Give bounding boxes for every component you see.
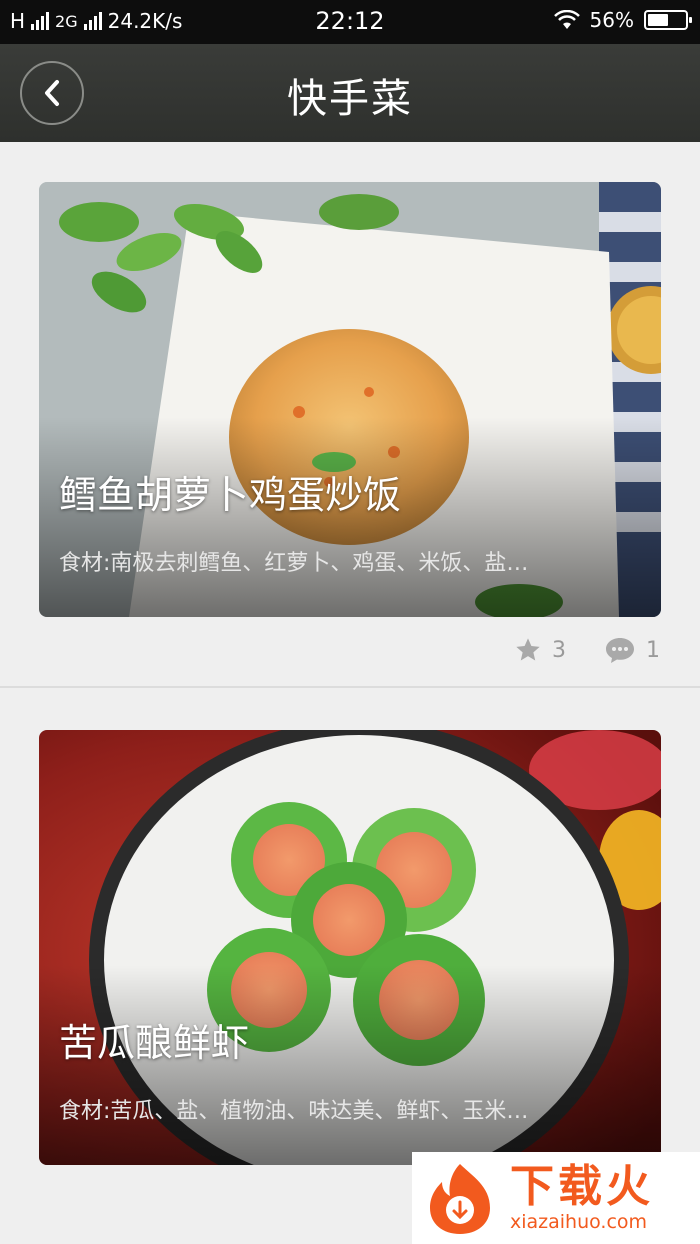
recipe-list-item: 鳕鱼胡萝卜鸡蛋炒饭 食材:南极去刺鳕鱼、红萝卜、鸡蛋、米饭、盐… 3 1 bbox=[0, 142, 700, 688]
watermark-logo: 下载火 xiazaihuo.com bbox=[412, 1152, 700, 1244]
favorite-count-item[interactable]: 3 bbox=[514, 636, 566, 664]
battery-icon bbox=[644, 10, 692, 30]
recipe-ingredients: 食材:苦瓜、盐、植物油、味达美、鲜虾、玉米… bbox=[59, 1099, 529, 1124]
recipe-title: 鳕鱼胡萝卜鸡蛋炒饭 bbox=[59, 473, 402, 517]
comment-icon bbox=[606, 638, 634, 663]
app-bar: 快手菜 bbox=[0, 44, 700, 142]
recipe-ingredients: 食材:南极去刺鳕鱼、红萝卜、鸡蛋、米饭、盐… bbox=[59, 551, 529, 576]
recipe-meta: 3 1 bbox=[514, 636, 660, 664]
watermark-text: 下载火 xiazaihuo.com bbox=[510, 1161, 654, 1234]
wifi-icon bbox=[553, 10, 580, 29]
status-bar: H 2G 24.2K/s 22:12 56% bbox=[0, 0, 700, 44]
recipe-card[interactable]: 鳕鱼胡萝卜鸡蛋炒饭 食材:南极去刺鳕鱼、红萝卜、鸡蛋、米饭、盐… bbox=[39, 182, 661, 617]
flame-logo-icon bbox=[430, 1164, 490, 1234]
favorite-count: 3 bbox=[552, 637, 566, 663]
status-right: 56% bbox=[553, 8, 692, 32]
page-title: 快手菜 bbox=[287, 76, 413, 122]
watermark-sub: xiazaihuo.com bbox=[510, 1211, 648, 1233]
battery-percent: 56% bbox=[589, 8, 634, 32]
recipe-title: 苦瓜酿鲜虾 bbox=[59, 1021, 250, 1065]
comment-count-item[interactable]: 1 bbox=[604, 636, 660, 664]
recipe-card[interactable]: 苦瓜酿鲜虾 食材:苦瓜、盐、植物油、味达美、鲜虾、玉米… bbox=[39, 730, 661, 1165]
star-icon bbox=[516, 638, 540, 661]
watermark-main: 下载火 bbox=[510, 1161, 654, 1212]
comment-count: 1 bbox=[646, 637, 660, 663]
